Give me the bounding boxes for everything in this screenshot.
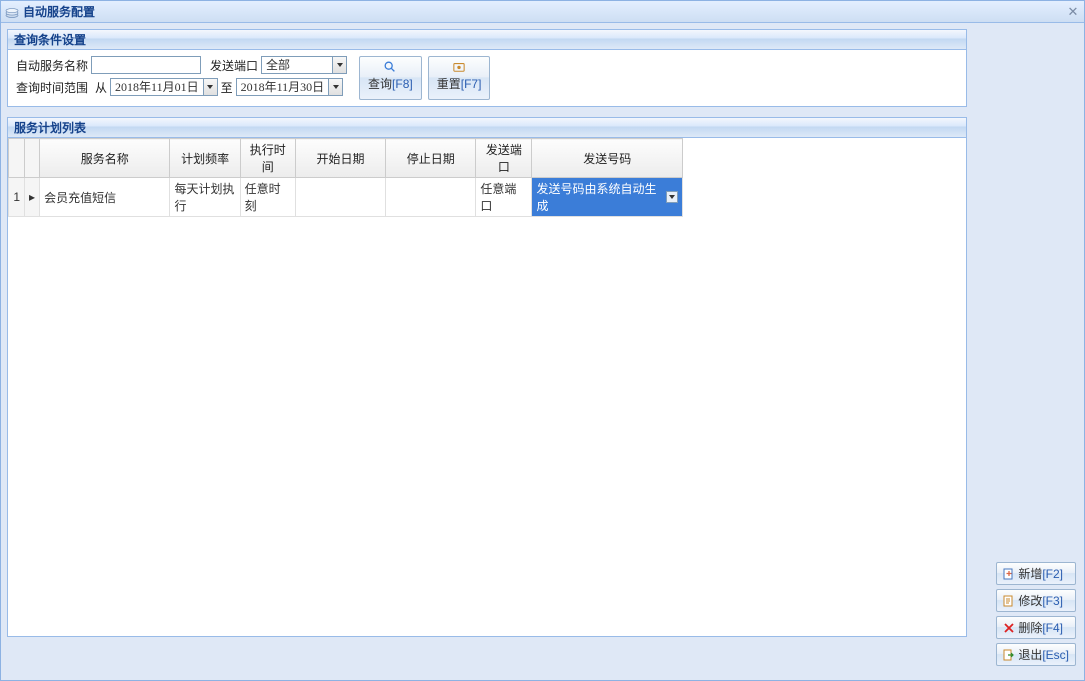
from-date-input[interactable]: 2018年11月01日 xyxy=(110,78,218,96)
cell-send-port[interactable]: 任意端口 xyxy=(476,178,532,217)
delete-button-label: 删除[F4] xyxy=(1018,619,1063,636)
port-label: 发送端口 xyxy=(210,57,258,74)
cell-service-name[interactable]: 会员充值短信 xyxy=(40,178,170,217)
cell-exec-time[interactable]: 任意时刻 xyxy=(240,178,295,217)
chevron-down-icon[interactable] xyxy=(203,79,217,95)
exit-icon xyxy=(1003,649,1015,661)
to-date-input[interactable]: 2018年11月30日 xyxy=(236,78,344,96)
col-send-number[interactable]: 发送号码 xyxy=(532,139,683,178)
close-icon[interactable]: ✕ xyxy=(1066,5,1080,19)
to-label: 至 xyxy=(221,79,233,96)
row-marker-icon: ▸ xyxy=(25,178,40,217)
search-button[interactable]: 查询[F8] xyxy=(359,56,422,100)
config-window: 自动服务配置 ✕ 查询条件设置 自动服务名称 发送端口 全部 xyxy=(0,0,1085,681)
window-title: 自动服务配置 xyxy=(23,3,95,20)
chevron-down-icon[interactable] xyxy=(328,79,342,95)
reset-button-label: 重置[F7] xyxy=(437,75,482,92)
list-panel: 服务计划列表 服务名称 计划频率 执行时间 开始日期 停止日期 发送端口 xyxy=(7,117,967,637)
edit-button[interactable]: 修改[F3] xyxy=(996,589,1076,612)
window-body: 查询条件设置 自动服务名称 发送端口 全部 查询时间范围 从 xyxy=(1,23,1084,680)
service-name-label: 自动服务名称 xyxy=(16,57,88,74)
col-rownum[interactable] xyxy=(9,139,25,178)
search-button-label: 查询[F8] xyxy=(368,75,413,92)
cell-send-number[interactable]: 发送号码由系统自动生成 xyxy=(532,178,683,217)
list-panel-header: 服务计划列表 xyxy=(8,118,966,138)
col-exec-time[interactable]: 执行时间 xyxy=(240,139,295,178)
cell-end-date[interactable] xyxy=(386,178,476,217)
col-service-name[interactable]: 服务名称 xyxy=(40,139,170,178)
search-icon xyxy=(382,60,398,74)
titlebar: 自动服务配置 ✕ xyxy=(1,1,1084,23)
time-range-label: 查询时间范围 xyxy=(16,79,88,96)
query-panel-body: 自动服务名称 发送端口 全部 查询时间范围 从 2018年11月01日 xyxy=(8,50,966,106)
window-icon xyxy=(5,6,19,18)
col-marker[interactable] xyxy=(25,139,40,178)
from-date-text: 2018年11月01日 xyxy=(111,79,203,95)
reset-button[interactable]: 重置[F7] xyxy=(428,56,491,100)
chevron-down-icon[interactable] xyxy=(332,57,346,73)
query-form: 自动服务名称 发送端口 全部 查询时间范围 从 2018年11月01日 xyxy=(16,56,347,100)
chevron-down-icon[interactable] xyxy=(666,191,678,203)
query-buttons: 查询[F8] 重置[F7] xyxy=(359,56,490,100)
to-date-text: 2018年11月30日 xyxy=(237,79,329,95)
reset-icon xyxy=(451,60,467,74)
list-panel-body: 服务名称 计划频率 执行时间 开始日期 停止日期 发送端口 发送号码 1 ▸ xyxy=(8,138,966,636)
col-send-port[interactable]: 发送端口 xyxy=(476,139,532,178)
cell-frequency[interactable]: 每天计划执行 xyxy=(170,178,240,217)
port-select-text: 全部 xyxy=(262,57,332,73)
query-panel-header: 查询条件设置 xyxy=(8,30,966,50)
add-button-label: 新增[F2] xyxy=(1018,565,1063,582)
add-button[interactable]: 新增[F2] xyxy=(996,562,1076,585)
delete-icon xyxy=(1003,622,1015,634)
exit-button[interactable]: 退出[Esc] xyxy=(996,643,1076,666)
add-icon xyxy=(1003,568,1015,580)
cell-rownum: 1 xyxy=(9,178,25,217)
cell-start-date[interactable] xyxy=(295,178,385,217)
service-name-input[interactable] xyxy=(91,56,201,74)
edit-button-label: 修改[F3] xyxy=(1018,592,1063,609)
port-select[interactable]: 全部 xyxy=(261,56,347,74)
col-frequency[interactable]: 计划频率 xyxy=(170,139,240,178)
grid-header-row: 服务名称 计划频率 执行时间 开始日期 停止日期 发送端口 发送号码 xyxy=(9,139,683,178)
query-panel: 查询条件设置 自动服务名称 发送端口 全部 查询时间范围 从 xyxy=(7,29,967,107)
col-end-date[interactable]: 停止日期 xyxy=(386,139,476,178)
service-grid[interactable]: 服务名称 计划频率 执行时间 开始日期 停止日期 发送端口 发送号码 1 ▸ xyxy=(8,138,683,217)
delete-button[interactable]: 删除[F4] xyxy=(996,616,1076,639)
edit-icon xyxy=(1003,595,1015,607)
table-row[interactable]: 1 ▸ 会员充值短信 每天计划执行 任意时刻 任意端口 发送号码由系统自动生成 xyxy=(9,178,683,217)
side-buttons: 新增[F2] 修改[F3] 删除[F4] 退出[Esc] xyxy=(996,562,1076,666)
cell-send-number-text: 发送号码由系统自动生成 xyxy=(536,180,664,214)
exit-button-label: 退出[Esc] xyxy=(1018,646,1069,663)
from-label: 从 xyxy=(95,79,107,96)
col-start-date[interactable]: 开始日期 xyxy=(295,139,385,178)
